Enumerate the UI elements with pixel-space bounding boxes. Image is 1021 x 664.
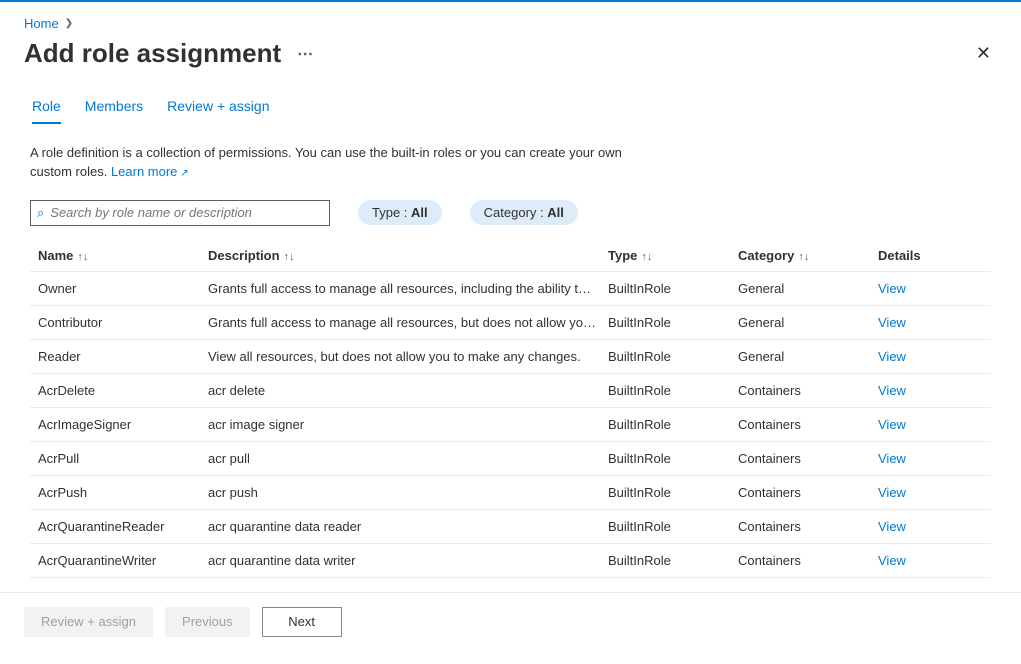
cell-category: Containers (738, 485, 878, 500)
cell-category: General (738, 315, 878, 330)
previous-button: Previous (165, 607, 250, 637)
cell-name: AcrQuarantineWriter (38, 553, 208, 568)
cell-category: General (738, 281, 878, 296)
cell-description: acr push (208, 485, 608, 500)
filter-category-pill[interactable]: Category : All (470, 200, 578, 225)
external-link-icon: ↗ (177, 168, 188, 179)
filter-type-pill[interactable]: Type : All (358, 200, 442, 225)
page-title-text: Add role assignment (24, 38, 281, 69)
table-row[interactable]: AcrPullacr pullBuiltInRoleContainersView (30, 442, 991, 476)
review-assign-button: Review + assign (24, 607, 153, 637)
search-input[interactable] (50, 205, 323, 220)
col-category[interactable]: Category↑↓ (738, 248, 878, 263)
filter-row: ⌕ Type : All Category : All (0, 182, 1021, 236)
roles-table: Name↑↓ Description↑↓ Type↑↓ Category↑↓ D… (0, 236, 1021, 592)
cell-description: Grants full access to manage all resourc… (208, 315, 608, 330)
cell-name: AcrImageSigner (38, 417, 208, 432)
tab-bar: Role Members Review + assign (0, 70, 1021, 124)
sort-icon: ↑↓ (798, 251, 809, 263)
cell-description: acr image signer (208, 417, 608, 432)
col-description[interactable]: Description↑↓ (208, 248, 608, 263)
view-link[interactable]: View (878, 315, 958, 330)
cell-category: Containers (738, 383, 878, 398)
learn-more-link[interactable]: Learn more ↗ (111, 164, 189, 179)
cell-name: AcrPush (38, 485, 208, 500)
sort-icon: ↑↓ (641, 251, 652, 263)
sort-icon: ↑↓ (284, 251, 295, 263)
cell-name: AcrQuarantineReader (38, 519, 208, 534)
view-link[interactable]: View (878, 349, 958, 364)
table-row[interactable]: ReaderView all resources, but does not a… (30, 340, 991, 374)
cell-category: Containers (738, 553, 878, 568)
cell-type: BuiltInRole (608, 383, 738, 398)
cell-name: AcrDelete (38, 383, 208, 398)
cell-description: acr quarantine data writer (208, 553, 608, 568)
cell-description: acr delete (208, 383, 608, 398)
view-link[interactable]: View (878, 281, 958, 296)
cell-description: Grants full access to manage all resourc… (208, 281, 608, 296)
cell-type: BuiltInRole (608, 519, 738, 534)
view-link[interactable]: View (878, 485, 958, 500)
view-link[interactable]: View (878, 553, 958, 568)
search-input-wrapper[interactable]: ⌕ (30, 200, 330, 226)
cell-type: BuiltInRole (608, 553, 738, 568)
chevron-right-icon: ❯ (65, 18, 73, 29)
cell-type: BuiltInRole (608, 451, 738, 466)
col-name[interactable]: Name↑↓ (38, 248, 208, 263)
cell-type: BuiltInRole (608, 417, 738, 432)
tab-members[interactable]: Members (85, 98, 143, 124)
table-row[interactable]: AcrImageSigneracr image signerBuiltInRol… (30, 408, 991, 442)
cell-type: BuiltInRole (608, 349, 738, 364)
tab-review-assign[interactable]: Review + assign (167, 98, 269, 124)
cell-name: Reader (38, 349, 208, 364)
table-row[interactable]: ContributorGrants full access to manage … (30, 306, 991, 340)
horizontal-scrollbar[interactable] (0, 650, 1021, 664)
view-link[interactable]: View (878, 451, 958, 466)
cell-category: General (738, 349, 878, 364)
cell-description: View all resources, but does not allow y… (208, 349, 608, 364)
cell-description: acr quarantine data reader (208, 519, 608, 534)
view-link[interactable]: View (878, 417, 958, 432)
description-text: A role definition is a collection of per… (0, 124, 630, 182)
footer-bar: Review + assign Previous Next (0, 592, 1021, 650)
cell-type: BuiltInRole (608, 281, 738, 296)
breadcrumb: Home ❯ (0, 2, 1021, 31)
search-icon: ⌕ (37, 205, 44, 221)
sort-icon: ↑↓ (77, 251, 88, 263)
table-row[interactable]: AcrQuarantineReaderacr quarantine data r… (30, 510, 991, 544)
cell-type: BuiltInRole (608, 315, 738, 330)
table-row[interactable]: OwnerGrants full access to manage all re… (30, 272, 991, 306)
cell-type: BuiltInRole (608, 485, 738, 500)
cell-name: Owner (38, 281, 208, 296)
page-title: Add role assignment ⋯ (24, 38, 315, 69)
main-scroll-area[interactable]: Home ❯ Add role assignment ⋯ ✕ Role Memb… (0, 2, 1021, 592)
cell-description: acr pull (208, 451, 608, 466)
cell-name: AcrPull (38, 451, 208, 466)
more-actions-icon[interactable]: ⋯ (297, 44, 315, 64)
table-row[interactable]: AcrQuarantineWriteracr quarantine data w… (30, 544, 991, 578)
cell-category: Containers (738, 519, 878, 534)
view-link[interactable]: View (878, 383, 958, 398)
view-link[interactable]: View (878, 519, 958, 534)
cell-category: Containers (738, 451, 878, 466)
next-button[interactable]: Next (262, 607, 342, 637)
table-header-row: Name↑↓ Description↑↓ Type↑↓ Category↑↓ D… (30, 240, 991, 272)
cell-name: Contributor (38, 315, 208, 330)
col-type[interactable]: Type↑↓ (608, 248, 738, 263)
close-icon[interactable]: ✕ (970, 37, 997, 70)
breadcrumb-home-link[interactable]: Home (24, 16, 59, 31)
cell-category: Containers (738, 417, 878, 432)
table-row[interactable]: AcrPushacr pushBuiltInRoleContainersView (30, 476, 991, 510)
col-details: Details (878, 248, 958, 263)
tab-role[interactable]: Role (32, 98, 61, 124)
table-row[interactable]: AcrDeleteacr deleteBuiltInRoleContainers… (30, 374, 991, 408)
